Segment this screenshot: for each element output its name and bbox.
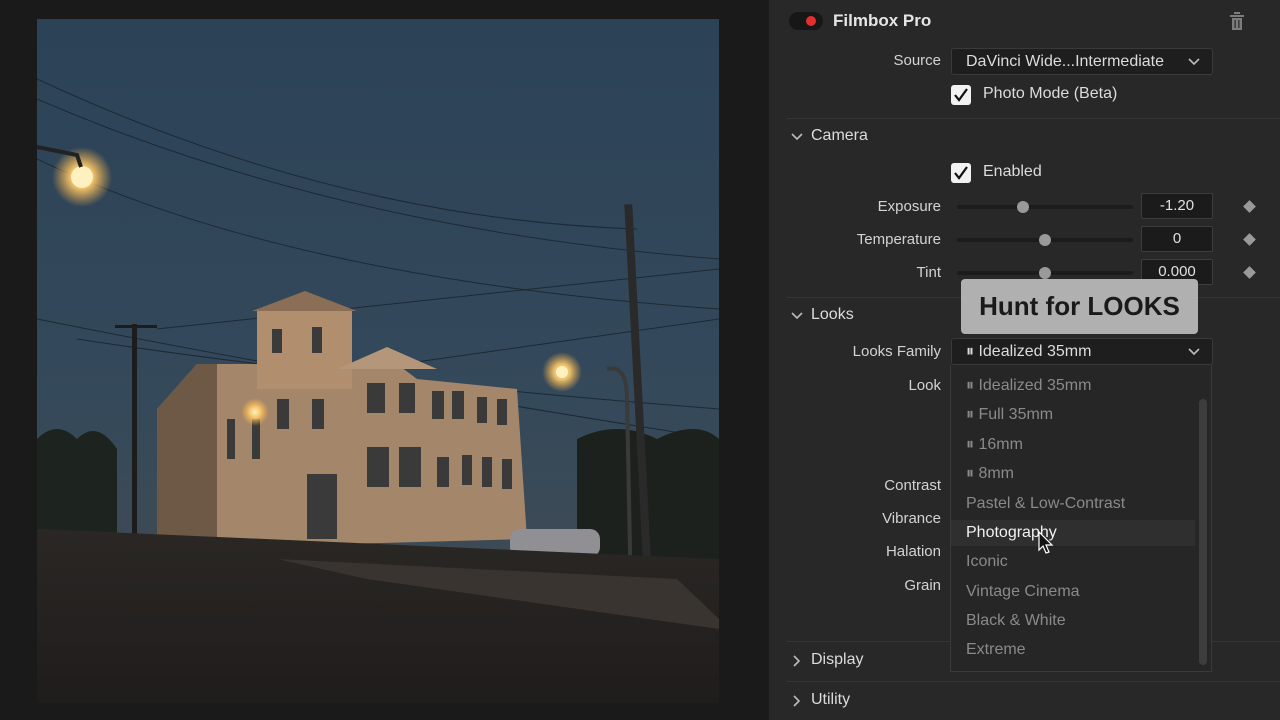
looks-family-select[interactable]: ⏸ Idealized 35mm xyxy=(951,338,1213,365)
dropdown-item-label: 16mm xyxy=(978,436,1023,453)
chevron-right-icon xyxy=(793,655,801,667)
grain-label: Grain xyxy=(904,577,941,594)
image-viewer xyxy=(0,0,768,720)
dropdown-item[interactable]: ⏸ Idealized 35mm xyxy=(951,373,1195,399)
source-label: Source xyxy=(893,52,941,69)
contrast-label: Contrast xyxy=(884,477,941,494)
dusk-street-photo xyxy=(37,19,719,703)
toggle-dot xyxy=(806,16,816,26)
exposure-value[interactable]: -1.20 xyxy=(1141,193,1213,219)
utility-section-title: Utility xyxy=(811,691,851,708)
photo-preview xyxy=(37,19,719,703)
dropdown-item-label: Full 35mm xyxy=(978,406,1054,423)
dropdown-item[interactable]: Pastel & Low-Contrast xyxy=(951,491,1195,517)
camera-enabled-checkbox[interactable] xyxy=(951,163,971,183)
dropdown-item[interactable]: ⏸ 16mm xyxy=(951,432,1195,458)
dropdown-item[interactable]: Iconic xyxy=(951,549,1195,575)
chevron-down-icon xyxy=(1188,58,1200,66)
tint-label: Tint xyxy=(916,264,941,281)
app-root: Filmbox Pro Source DaVinci Wide...Interm… xyxy=(0,0,1280,720)
trash-icon[interactable] xyxy=(1229,12,1245,30)
look-label: Look xyxy=(908,377,941,394)
looks-family-label: Looks Family xyxy=(852,343,941,360)
dropdown-item-label: Idealized 35mm xyxy=(978,377,1092,394)
utility-section-header[interactable]: Utility xyxy=(769,686,1280,716)
tint-keyframe-icon[interactable] xyxy=(1243,266,1256,279)
dropdown-item[interactable]: ⏸ Full 35mm xyxy=(951,402,1195,428)
photo-mode-label: Photo Mode (Beta) xyxy=(983,85,1118,102)
dropdown-item-selected[interactable]: Photography xyxy=(951,520,1195,546)
temperature-value[interactable]: 0 xyxy=(1141,226,1213,252)
dropdown-item[interactable]: Extreme xyxy=(951,637,1195,663)
camera-section-title: Camera xyxy=(811,127,868,144)
mouse-pointer-icon xyxy=(1038,531,1054,554)
dropdown-item[interactable]: Vintage Cinema xyxy=(951,579,1195,605)
temperature-slider[interactable] xyxy=(957,234,1133,246)
dropdown-scrollbar[interactable] xyxy=(1199,399,1207,665)
looks-section-title: Looks xyxy=(811,306,854,323)
temperature-label: Temperature xyxy=(856,231,941,248)
tint-slider[interactable] xyxy=(957,267,1133,279)
dropdown-item[interactable]: Black & White xyxy=(951,608,1195,634)
temperature-slider-knob[interactable] xyxy=(1039,234,1051,246)
tint-slider-knob[interactable] xyxy=(1039,267,1051,279)
temperature-keyframe-icon[interactable] xyxy=(1243,233,1256,246)
chevron-right-icon xyxy=(793,695,801,707)
vibrance-label: Vibrance xyxy=(882,510,941,527)
exposure-slider-knob[interactable] xyxy=(1017,201,1029,213)
divider xyxy=(787,118,1280,119)
chevron-down-icon xyxy=(1188,348,1200,356)
exposure-slider[interactable] xyxy=(957,201,1133,213)
divider xyxy=(787,681,1280,682)
source-select[interactable]: DaVinci Wide...Intermediate xyxy=(951,48,1213,75)
photo-mode-checkbox[interactable] xyxy=(951,85,971,105)
overlay-caption: Hunt for LOOKS xyxy=(961,279,1198,334)
checkmark-icon xyxy=(954,166,968,180)
halation-label: Halation xyxy=(885,543,941,560)
camera-section-header[interactable]: Camera xyxy=(769,122,1280,152)
checkmark-icon xyxy=(954,88,968,102)
exposure-label: Exposure xyxy=(877,198,941,215)
exposure-keyframe-icon[interactable] xyxy=(1243,200,1256,213)
chevron-down-icon xyxy=(791,133,803,141)
node-enable-toggle[interactable] xyxy=(789,12,823,30)
chevron-down-icon xyxy=(791,312,803,320)
looks-family-value-text: Idealized 35mm xyxy=(978,343,1092,360)
dropdown-item-label: 8mm xyxy=(978,465,1015,482)
dropdown-item[interactable]: ⏸ 8mm xyxy=(951,461,1195,487)
looks-family-dropdown-list: ⏸ Idealized 35mm ⏸ Full 35mm ⏸ 16mm ⏸ 8m… xyxy=(950,365,1212,672)
looks-family-value: ⏸ Idealized 35mm xyxy=(966,343,1092,360)
panel-header: Filmbox Pro xyxy=(769,0,1280,42)
source-value: DaVinci Wide...Intermediate xyxy=(966,53,1165,70)
camera-enabled-label: Enabled xyxy=(983,163,1042,180)
display-section-title: Display xyxy=(811,651,864,668)
panel-title: Filmbox Pro xyxy=(833,11,932,30)
